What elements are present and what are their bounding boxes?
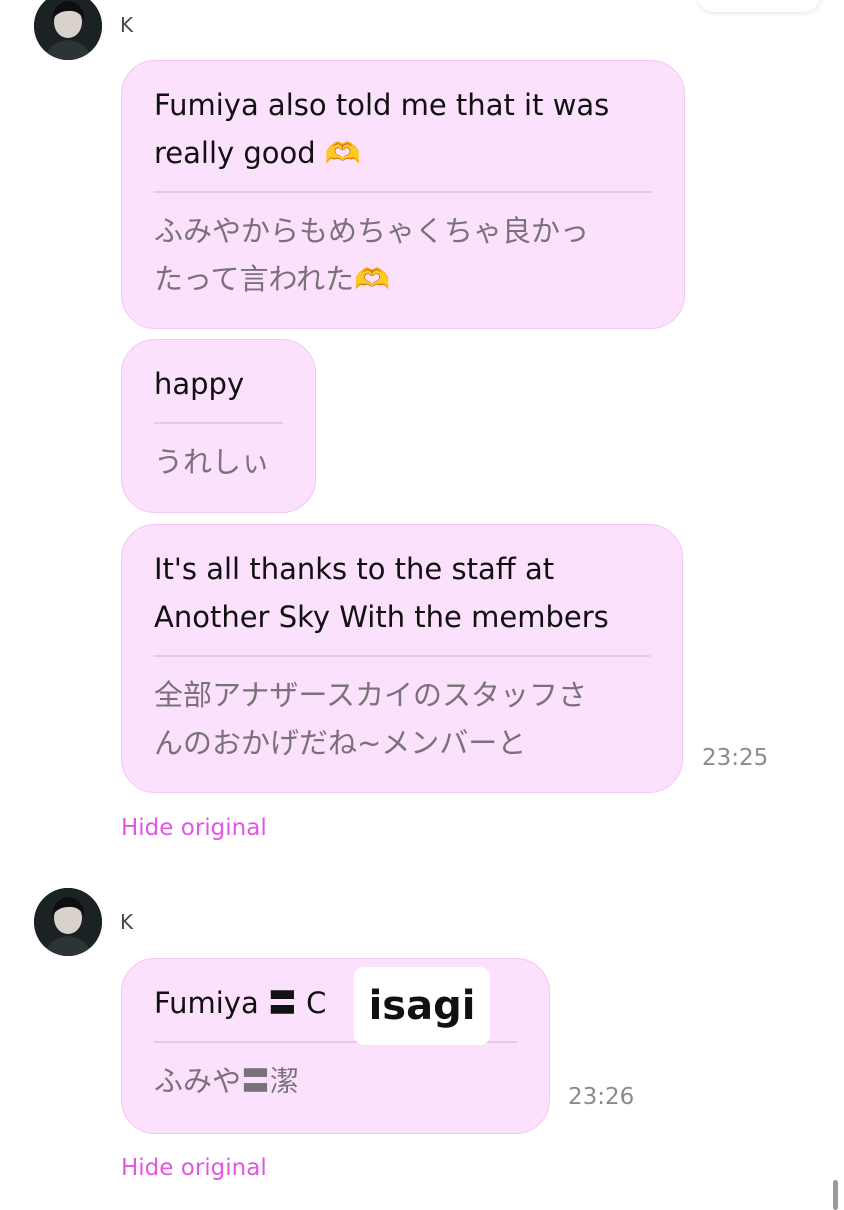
- scrollbar[interactable]: [833, 1180, 838, 1210]
- translated-text: happy: [154, 367, 245, 401]
- original-text: ふみやからもめちゃくちゃ良かっ たって言われた🫶: [154, 213, 590, 296]
- original-text: うれしぃ: [154, 444, 271, 479]
- sender-name: K: [120, 910, 134, 934]
- message-timestamp: 23:25: [702, 745, 769, 771]
- message-timestamp: 23:26: [568, 1084, 635, 1110]
- translated-text: It's all thanks to the staff at Another …: [154, 552, 609, 634]
- hide-original-link[interactable]: Hide original: [121, 1155, 267, 1181]
- message-bubble[interactable]: happy うれしぃ: [121, 339, 316, 513]
- bubble-divider: [154, 422, 283, 424]
- message-bubble[interactable]: It's all thanks to the staff at Another …: [121, 524, 683, 793]
- sender-avatar[interactable]: [34, 0, 102, 60]
- translated-text: Fumiya also told me that it was really g…: [154, 88, 610, 170]
- message-bubble[interactable]: Fumiya also told me that it was really g…: [121, 60, 685, 329]
- isagi-sticker: isagi: [354, 967, 490, 1045]
- hide-original-link[interactable]: Hide original: [121, 815, 267, 841]
- original-text: 全部アナザースカイのスタッフさ んのおかげだね~メンバーと: [154, 677, 587, 760]
- bubble-divider: [154, 655, 650, 657]
- sender-name: K: [120, 13, 134, 37]
- original-text: ふみや〓潔: [154, 1063, 300, 1098]
- top-floating-card: [697, 0, 821, 12]
- bubble-divider: [154, 191, 652, 193]
- sender-avatar[interactable]: [34, 888, 102, 956]
